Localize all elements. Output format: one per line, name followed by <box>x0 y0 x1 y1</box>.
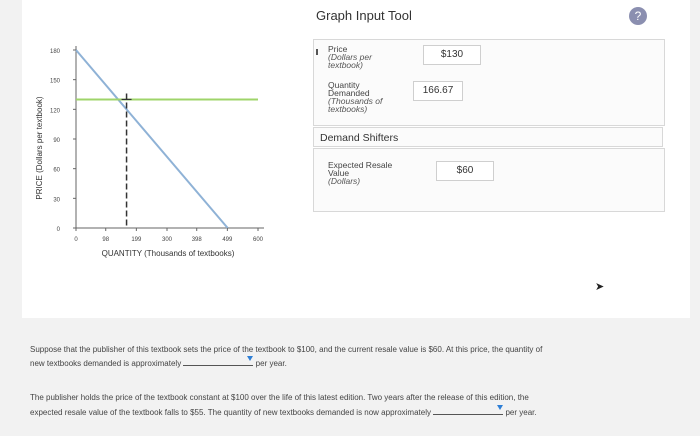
y-tick-label: 60 <box>53 168 60 174</box>
resale-value-field[interactable]: $60 <box>436 161 494 181</box>
question1-line1: Suppose that the publisher of this textb… <box>30 345 543 354</box>
y-tick-label: 150 <box>50 79 61 85</box>
question1-text: new textbooks demanded is approximately <box>30 359 182 368</box>
x-tick-label: 600 <box>253 237 264 243</box>
y-axis-label: PRICE (Dollars per textbook) <box>35 96 44 199</box>
price-unit-text: (Dollars per textbook) <box>328 52 372 70</box>
help-icon[interactable]: ? <box>629 7 647 25</box>
question2-tail: per year. <box>505 408 537 417</box>
question2-line1: The publisher holds the price of the tex… <box>30 393 529 402</box>
chevron-down-icon <box>247 356 254 361</box>
x-tick-label: 398 <box>192 237 203 243</box>
y-tick-label: 0 <box>57 227 61 233</box>
demand-curve-line <box>75 49 229 229</box>
x-tick-label: 0 <box>74 237 78 243</box>
price-label: Price (Dollars per textbook) <box>328 45 388 70</box>
question1-line2: new textbooks demanded is approximately … <box>30 356 287 368</box>
x-tick-label: 300 <box>162 237 173 243</box>
resale-label: Expected Resale Value (Dollars) <box>328 160 403 186</box>
drag-handle-icon <box>316 49 318 55</box>
answer1-dropdown[interactable] <box>183 356 254 366</box>
x-axis-label: QUANTITY (Thousands of textbooks) <box>102 249 235 258</box>
y-tick-label: 180 <box>50 49 61 55</box>
y-tick-label: 120 <box>50 108 61 114</box>
x-tick-label: 98 <box>102 237 109 243</box>
tool-title: Graph Input Tool <box>316 8 412 23</box>
graph-tool-page: Graph Input Tool ? 0 30 60 90 120 150 180 0 98 19… <box>0 0 700 436</box>
question2-line2: expected resale value of the textbook fa… <box>30 405 537 417</box>
y-tick-label: 30 <box>53 197 60 203</box>
x-tick-label: 199 <box>131 237 142 243</box>
quantity-label-text: Quantity Demanded <box>328 80 370 98</box>
resale-unit-text: (Dollars) <box>328 176 361 186</box>
resale-label-text: Expected Resale Value <box>328 160 393 178</box>
quantity-label: Quantity Demanded (Thousands of textbook… <box>328 80 396 114</box>
question2-text: expected resale value of the textbook fa… <box>30 408 431 417</box>
price-value-field[interactable]: $130 <box>423 45 481 65</box>
quantity-unit-text: (Thousands of textbooks) <box>328 96 383 114</box>
question1-tail: per year. <box>255 359 287 368</box>
quantity-value-field[interactable]: 166.67 <box>413 81 463 101</box>
answer2-dropdown[interactable] <box>433 405 504 415</box>
x-tick-label: 499 <box>222 237 233 243</box>
chevron-down-icon <box>497 405 504 410</box>
y-tick-label: 90 <box>53 138 60 144</box>
demand-chart[interactable]: 0 30 60 90 120 150 180 0 98 199 300 398 499 600 QUANT… <box>0 0 300 260</box>
mouse-pointer-icon: ➤ <box>595 281 605 293</box>
demand-shifters-header: Demand Shifters <box>313 127 663 147</box>
